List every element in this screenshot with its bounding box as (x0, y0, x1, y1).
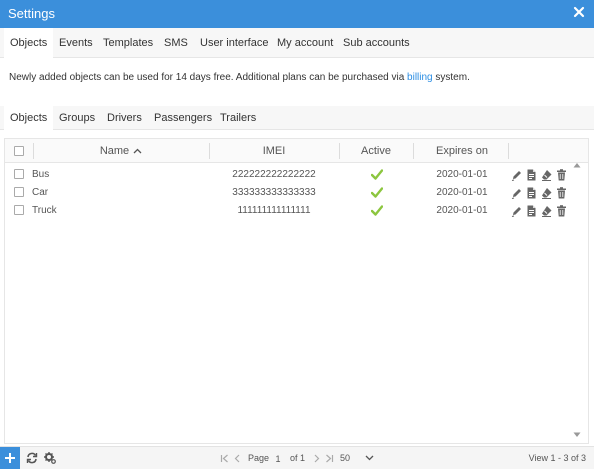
object-name: Car (32, 187, 49, 198)
table-row[interactable]: Truck 111111111111111 2020-01-01 (5, 202, 588, 220)
free-trial-notice: Newly added objects can be used for 14 d… (9, 72, 470, 83)
active-check-icon (371, 205, 383, 216)
tab-my-account[interactable]: My account (277, 28, 333, 58)
clear-icon[interactable] (541, 205, 552, 217)
row-checkbox[interactable] (14, 187, 24, 197)
row-actions (511, 205, 571, 217)
grid-header: Name IMEI Active Expires on (5, 139, 588, 163)
clear-icon[interactable] (541, 187, 552, 199)
rows-per-page-value: 50 (340, 453, 351, 463)
settings-tabs: Objects Events Templates SMS User interf… (0, 28, 594, 58)
select-all-checkbox[interactable] (14, 146, 24, 156)
previous-page-icon[interactable] (233, 454, 242, 463)
column-header-name[interactable]: Name (33, 139, 209, 163)
object-name: Truck (32, 205, 57, 216)
tab-templates[interactable]: Templates (103, 28, 153, 58)
first-page-icon[interactable] (220, 454, 229, 463)
window-title: Settings (8, 6, 55, 21)
tab-objects[interactable]: Objects (4, 28, 54, 58)
column-header-active[interactable]: Active (339, 139, 413, 163)
duplicate-icon[interactable] (526, 205, 537, 217)
column-header-name-label: Name (99, 145, 130, 157)
last-page-icon[interactable] (325, 454, 334, 463)
clear-icon[interactable] (541, 169, 552, 181)
active-check-icon (371, 169, 383, 180)
edit-icon[interactable] (511, 205, 522, 217)
notice-text-end: system. (432, 72, 470, 83)
tab-sms[interactable]: SMS (164, 28, 188, 58)
records-view-info: View 1 - 3 of 3 (528, 453, 586, 463)
table-row[interactable]: Bus 222222222222222 2020-01-01 (5, 166, 588, 184)
object-imei: 333333333333333 (232, 187, 316, 198)
delete-icon[interactable] (556, 187, 567, 199)
row-checkbox[interactable] (14, 205, 24, 215)
column-divider (508, 143, 509, 159)
scroll-up-icon[interactable] (573, 162, 581, 168)
next-page-icon[interactable] (312, 454, 321, 463)
row-actions (511, 187, 571, 199)
object-expires: 2020-01-01 (436, 169, 488, 180)
page-number-input[interactable] (269, 452, 287, 465)
edit-icon[interactable] (511, 187, 522, 199)
subtab-objects[interactable]: Objects (4, 106, 54, 130)
rows-per-page-select[interactable]: 50 (340, 447, 374, 469)
sort-ascending-icon (133, 148, 142, 154)
objects-grid: Name IMEI Active Expires on Bus 22222222… (4, 138, 589, 444)
grid-pager-bar: Page of 1 50 View 1 - 3 of 3 (0, 446, 594, 469)
billing-link[interactable]: billing (407, 72, 433, 83)
delete-icon[interactable] (556, 169, 567, 181)
object-expires: 2020-01-01 (436, 205, 488, 216)
tab-sub-accounts[interactable]: Sub accounts (343, 28, 410, 58)
object-imei: 222222222222222 (232, 169, 316, 180)
plus-icon (5, 453, 15, 463)
reload-icon[interactable] (26, 452, 38, 464)
object-imei: 111111111111111 (237, 205, 311, 216)
duplicate-icon[interactable] (526, 187, 537, 199)
tab-user-interface[interactable]: User interface (200, 28, 268, 58)
object-expires: 2020-01-01 (436, 187, 488, 198)
duplicate-icon[interactable] (526, 169, 537, 181)
objects-subtabs: Objects Groups Drivers Passengers Traile… (0, 106, 594, 130)
subtab-passengers[interactable]: Passengers (154, 106, 212, 130)
close-icon[interactable] (572, 5, 586, 19)
edit-icon[interactable] (511, 169, 522, 181)
chevron-down-icon (365, 455, 374, 461)
column-header-expires[interactable]: Expires on (413, 139, 511, 163)
delete-icon[interactable] (556, 205, 567, 217)
scroll-down-icon[interactable] (573, 432, 581, 438)
gear-icon[interactable] (44, 452, 56, 464)
column-header-imei[interactable]: IMEI (209, 139, 339, 163)
active-check-icon (371, 187, 383, 198)
row-actions (511, 169, 571, 181)
subtab-drivers[interactable]: Drivers (107, 106, 142, 130)
window-titlebar: Settings (0, 0, 594, 28)
subtab-groups[interactable]: Groups (59, 106, 95, 130)
tab-events[interactable]: Events (59, 28, 93, 58)
table-row[interactable]: Car 333333333333333 2020-01-01 (5, 184, 588, 202)
row-checkbox[interactable] (14, 169, 24, 179)
add-object-button[interactable] (0, 447, 20, 469)
page-count-label: of 1 (290, 453, 306, 463)
subtab-trailers[interactable]: Trailers (220, 106, 256, 130)
notice-text: Newly added objects can be used for 14 d… (9, 72, 408, 83)
object-name: Bus (32, 169, 50, 180)
page-label: Page (248, 453, 270, 463)
